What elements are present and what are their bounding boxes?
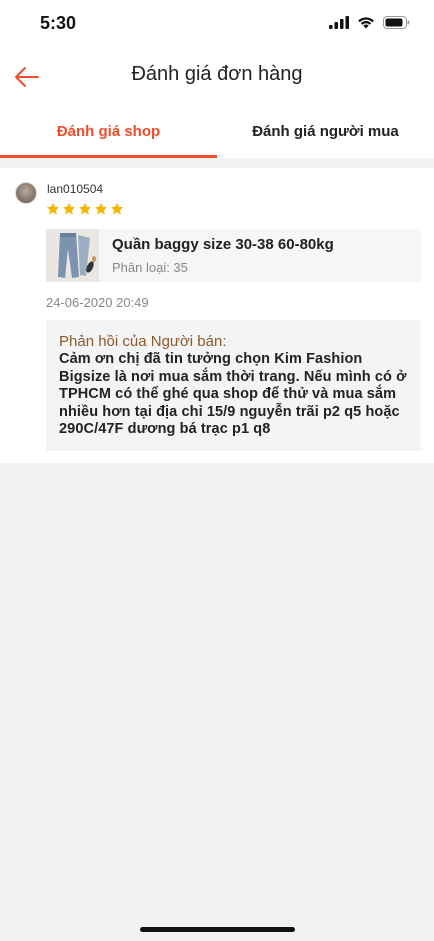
seller-reply-text: Cảm ơn chị đã tin tưởng chọn Kim Fashion… [59,351,407,437]
product-thumbnail [46,229,99,282]
battery-icon [383,16,410,29]
star-icon [62,202,76,215]
home-indicator[interactable] [140,927,295,932]
cellular-signal-icon [329,16,349,29]
user-avatar [15,182,37,204]
review-date: 24-06-2020 20:49 [46,295,149,310]
review-card: lan010504 Quần baggy size 30-38 60-80kg … [0,168,434,463]
page-title: Đánh giá đơn hàng [131,63,303,85]
tab-bar: Đánh giá shop Đánh giá người mua [0,106,434,158]
review-username: lan010504 [47,182,104,196]
navigation-bar: Đánh giá đơn hàng [0,48,434,106]
status-icons [329,16,410,29]
status-time: 5:30 [40,13,77,33]
seller-reply: Phản hồi của Người bán: Cảm ơn chị đã ti… [46,320,421,451]
rating-stars [46,202,124,216]
wifi-icon [358,17,374,29]
product-variant: Phân loại: 35 [112,260,188,275]
star-icon [46,202,60,215]
tab-shop-review[interactable]: Đánh giá shop [0,106,217,158]
star-icon [110,202,124,215]
status-bar: 5:30 [0,0,434,48]
jeans-image-icon [46,229,99,282]
seller-reply-title: Phản hồi của Người bán: [59,333,227,350]
star-icon [94,202,108,215]
product-item[interactable]: Quần baggy size 30-38 60-80kg Phân loại:… [46,229,421,282]
product-name: Quần baggy size 30-38 60-80kg [112,236,334,253]
star-icon [78,202,92,215]
tab-buyer-review[interactable]: Đánh giá người mua [217,106,434,158]
